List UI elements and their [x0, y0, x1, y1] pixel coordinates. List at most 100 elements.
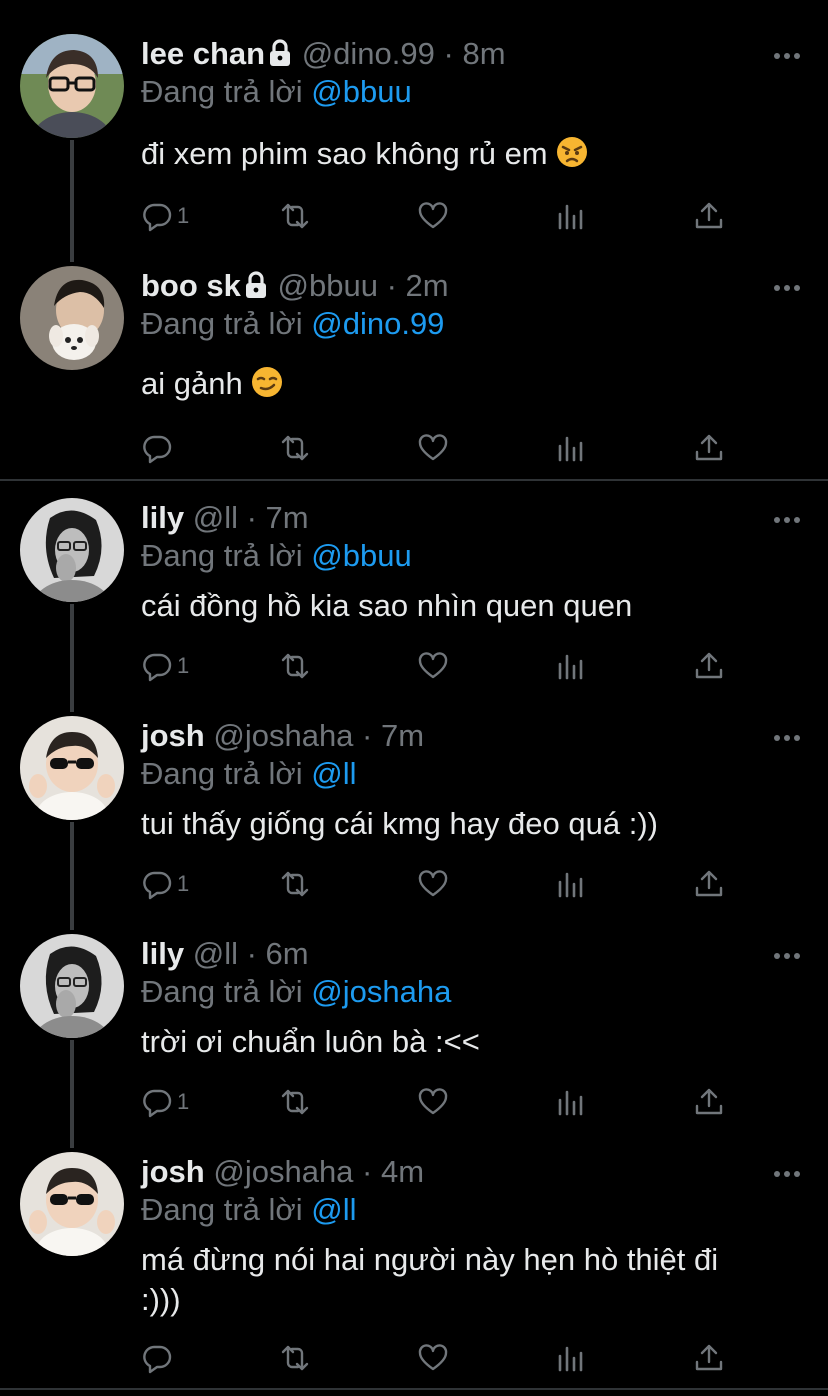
action-bar: 1 [141, 1084, 741, 1124]
user-handle[interactable]: @joshaha [213, 1154, 353, 1189]
timestamp[interactable]: 2m [406, 268, 449, 303]
more-options-icon[interactable] [772, 730, 802, 741]
replying-to: Đang trả lời @bbuu [141, 538, 412, 574]
replying-to: Đang trả lời @ll [141, 1192, 357, 1228]
share-icon [695, 1344, 723, 1371]
action-bar: 1 [141, 866, 741, 906]
analytics-button[interactable] [555, 648, 587, 684]
user-handle[interactable]: @ll [193, 936, 238, 971]
share-button[interactable] [693, 1340, 725, 1376]
reply-count: 1 [177, 871, 190, 896]
user-handle[interactable]: @joshaha [213, 718, 353, 753]
display-name[interactable]: lily [141, 936, 184, 971]
more-options-icon[interactable] [772, 48, 802, 59]
timestamp[interactable]: 7m [381, 718, 424, 753]
share-button[interactable] [693, 1084, 725, 1120]
display-name[interactable]: josh [141, 718, 205, 753]
retweet-button[interactable] [279, 1340, 311, 1376]
reply-icon [143, 203, 172, 232]
separator-dot: · [443, 36, 454, 71]
analytics-icon [558, 204, 583, 230]
mention-link[interactable]: @joshaha [311, 974, 451, 1009]
retweet-icon [281, 871, 309, 897]
like-button[interactable] [417, 198, 449, 234]
mention-link[interactable]: @dino.99 [311, 306, 444, 341]
more-options-icon[interactable] [772, 512, 802, 523]
analytics-button[interactable] [555, 198, 587, 234]
more-options-icon[interactable] [772, 280, 802, 291]
tweet-text: cái đồng hồ kia sao nhìn quen quen [141, 586, 781, 626]
retweet-button[interactable] [279, 430, 311, 466]
analytics-icon [558, 436, 583, 462]
analytics-button[interactable] [555, 866, 587, 902]
timestamp[interactable]: 6m [266, 936, 309, 971]
mention-link[interactable]: @ll [311, 1192, 356, 1227]
avatar[interactable] [20, 266, 124, 370]
avatar[interactable] [20, 498, 124, 602]
reply-prefix: Đang trả lời [141, 306, 303, 341]
tweet-header: lee chan @dino.99 · 8m [141, 36, 506, 75]
user-handle[interactable]: @bbuu [278, 268, 378, 303]
like-button[interactable] [417, 430, 449, 466]
analytics-icon [558, 872, 583, 898]
timestamp[interactable]: 8m [462, 36, 505, 71]
replying-to: Đang trả lời @ll [141, 756, 357, 792]
mention-link[interactable]: @bbuu [311, 74, 411, 109]
more-options-icon[interactable] [772, 1166, 802, 1177]
retweet-button[interactable] [279, 648, 311, 684]
like-button[interactable] [417, 1340, 449, 1376]
analytics-button[interactable] [555, 1084, 587, 1120]
display-name[interactable]: lee chan [141, 36, 265, 71]
tweet-text: ai gảnh [141, 364, 781, 408]
tweet-body: ai gảnh [141, 366, 243, 401]
reply-icon [143, 871, 172, 900]
retweet-icon [281, 203, 309, 229]
reply-button[interactable]: 1 [141, 1084, 189, 1120]
avatar[interactable] [20, 1152, 124, 1256]
avatar[interactable] [20, 34, 124, 138]
analytics-button[interactable] [555, 1340, 587, 1376]
display-name[interactable]: boo sk [141, 268, 241, 303]
heart-icon [418, 1088, 448, 1115]
action-bar: 1 [141, 648, 741, 688]
retweet-button[interactable] [279, 1084, 311, 1120]
like-button[interactable] [417, 1084, 449, 1120]
share-button[interactable] [693, 198, 725, 234]
tweet-body: má đừng nói hai người này hẹn hò thiệt đ… [141, 1242, 719, 1317]
retweet-icon [281, 653, 309, 679]
analytics-button[interactable] [555, 430, 587, 466]
reply-button[interactable]: 1 [141, 648, 189, 684]
reply-button[interactable] [141, 1340, 177, 1376]
heart-icon [418, 870, 448, 897]
reply-button[interactable]: 1 [141, 866, 189, 902]
reply-button[interactable] [141, 430, 177, 466]
more-options-icon[interactable] [772, 948, 802, 959]
heart-icon [418, 1344, 448, 1371]
retweet-button[interactable] [279, 198, 311, 234]
display-name[interactable]: josh [141, 1154, 205, 1189]
display-name[interactable]: lily [141, 500, 184, 535]
like-button[interactable] [417, 648, 449, 684]
reply-prefix: Đang trả lời [141, 1192, 303, 1227]
share-icon [695, 652, 723, 679]
thread-connector [70, 1040, 74, 1148]
timestamp[interactable]: 7m [266, 500, 309, 535]
share-button[interactable] [693, 648, 725, 684]
mention-link[interactable]: @bbuu [311, 538, 411, 573]
share-button[interactable] [693, 866, 725, 902]
thread-connector [70, 140, 74, 262]
retweet-button[interactable] [279, 866, 311, 902]
timestamp[interactable]: 4m [381, 1154, 424, 1189]
reply-button[interactable]: 1 [141, 198, 189, 234]
share-icon [695, 1088, 723, 1115]
like-button[interactable] [417, 866, 449, 902]
separator-dot: · [362, 1154, 373, 1189]
avatar[interactable] [20, 716, 124, 820]
replying-to: Đang trả lời @bbuu [141, 74, 412, 110]
share-button[interactable] [693, 430, 725, 466]
user-handle[interactable]: @ll [193, 500, 238, 535]
avatar[interactable] [20, 934, 124, 1038]
analytics-icon [558, 654, 583, 680]
mention-link[interactable]: @ll [311, 756, 356, 791]
user-handle[interactable]: @dino.99 [302, 36, 435, 71]
